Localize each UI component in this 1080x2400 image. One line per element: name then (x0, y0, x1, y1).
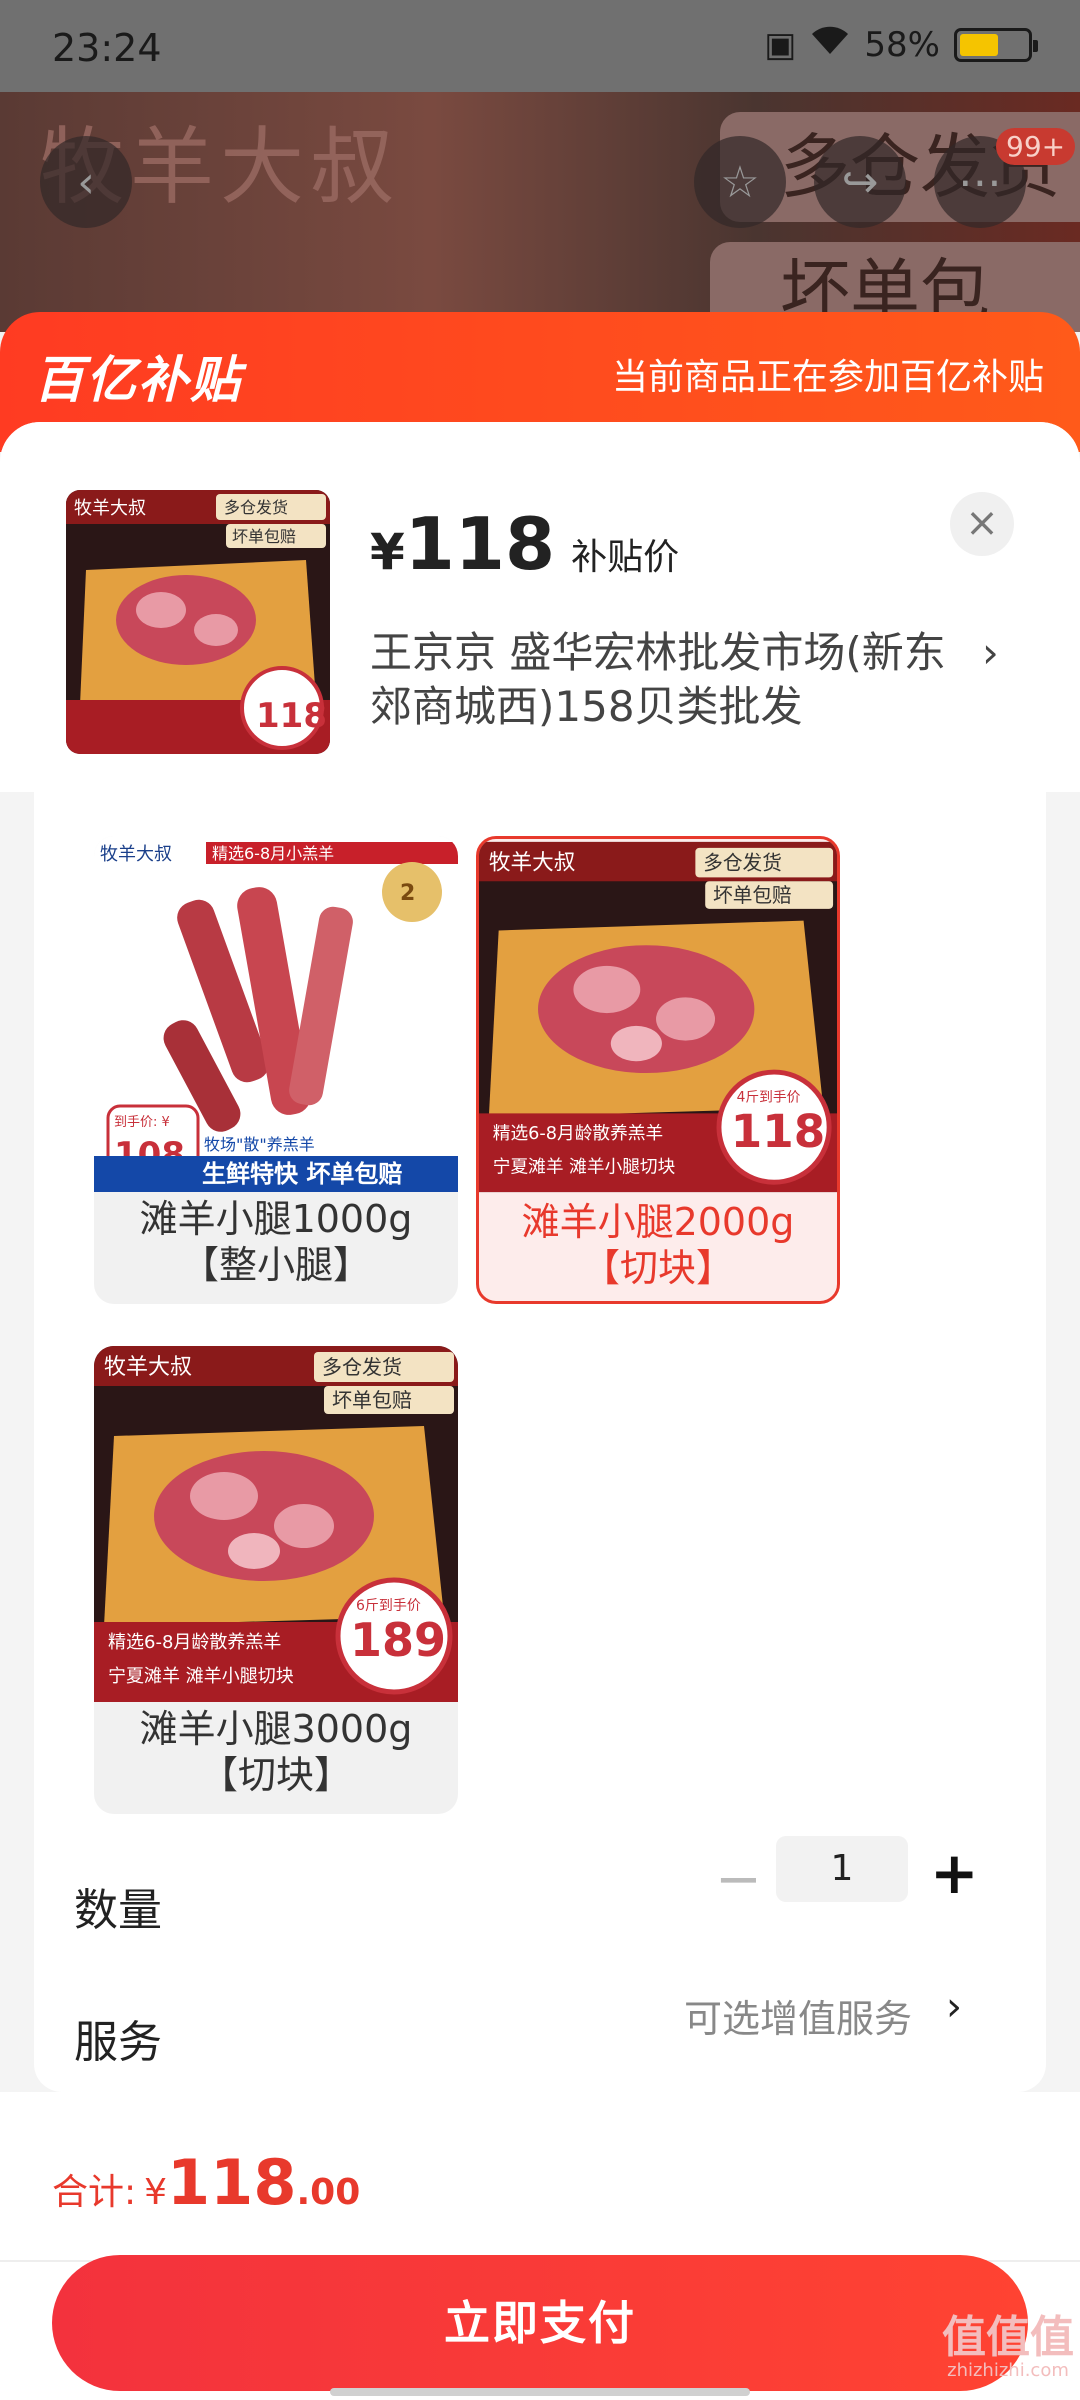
svg-text:189: 189 (350, 1613, 446, 1667)
svg-text:牧羊大叔: 牧羊大叔 (489, 850, 576, 875)
total-decimal: .00 (296, 2172, 361, 2213)
quantity-label: 数量 (74, 1885, 162, 1936)
quantity-increment-button[interactable]: + (930, 1844, 979, 1902)
wifi-icon (810, 24, 850, 65)
sku-image: 牧羊大叔 多仓发货 坏单包赔 精选6-8月龄散养羔羊 宁夏滩羊 滩羊小腿切块 4… (479, 839, 837, 1195)
share-icon: ↪ (841, 156, 879, 208)
watermark-url: zhizhizhi.com (947, 2360, 1069, 2381)
close-icon: × (965, 500, 999, 546)
quantity-decrement-button[interactable]: − (715, 1852, 762, 1908)
svg-text:118: 118 (731, 1105, 825, 1158)
sku-label: 滩羊小腿3000g 【切块】 (94, 1706, 458, 1798)
svg-text:精选6-8月龄散养羔羊: 精选6-8月龄散养羔羊 (493, 1123, 663, 1144)
total-currency: ¥ (144, 2172, 168, 2213)
chevron-left-icon: ‹ (77, 156, 95, 208)
sku-image: 牧羊大叔 多仓发货 坏单包赔 精选6-8月龄散养羔羊 宁夏滩羊 滩羊小腿切块 6… (94, 1346, 458, 1702)
battery-percent: 58% (864, 24, 940, 65)
svg-text:坏单包赔: 坏单包赔 (332, 1388, 412, 1412)
more-icon: ⋯ (958, 156, 1002, 208)
svg-text:牧羊大叔: 牧羊大叔 (100, 844, 172, 865)
svg-text:2: 2 (400, 881, 415, 906)
svg-text:多仓发货: 多仓发货 (703, 851, 782, 874)
total-integer: 118 (167, 2146, 297, 2219)
sku-label: 滩羊小腿1000g 【整小腿】 (94, 1196, 458, 1288)
total-label: 合计: (52, 2172, 137, 2213)
svg-text:宁夏滩羊 滩羊小腿切块: 宁夏滩羊 滩羊小腿切块 (493, 1156, 676, 1177)
product-banner: 牧羊大叔 多仓发货 坏单包 ‹ ☆ ↪ ⋯ 99+ (0, 92, 1080, 332)
sku-label-spec: 【切块】 (199, 1753, 352, 1797)
service-value[interactable]: 可选增值服务 (684, 1988, 912, 2043)
watermark-text: 值值值 (942, 2312, 1074, 2363)
svg-text:精选6-8月龄散养羔羊: 精选6-8月龄散养羔羊 (108, 1632, 281, 1653)
svg-text:生鲜特快 坏单包赔: 生鲜特快 坏单包赔 (202, 1160, 402, 1188)
battery-icon (954, 27, 1038, 62)
sku-label: 滩羊小腿2000g 【切块】 (479, 1199, 837, 1291)
svg-text:到手价: ¥: 到手价: ¥ (114, 1115, 170, 1130)
svg-text:宁夏滩羊 滩羊小腿切块: 宁夏滩羊 滩羊小腿切块 (108, 1666, 294, 1687)
sku-label-name: 滩羊小腿3000g (139, 1707, 413, 1751)
currency-symbol: ¥ (370, 523, 405, 581)
share-button[interactable]: ↪ (814, 136, 906, 228)
svg-text:牧场"散"养羔羊: 牧场"散"养羔羊 (204, 1135, 315, 1154)
sku-option-3000g[interactable]: 牧羊大叔 多仓发货 坏单包赔 精选6-8月龄散养羔羊 宁夏滩羊 滩羊小腿切块 6… (94, 1346, 458, 1814)
svg-text:牧羊大叔: 牧羊大叔 (74, 498, 146, 519)
svg-text:精选6-8月小羔羊: 精选6-8月小羔羊 (212, 844, 334, 863)
service-label: 服务 (74, 2017, 162, 2068)
home-indicator[interactable] (330, 2388, 750, 2396)
back-button[interactable]: ‹ (40, 136, 132, 228)
sku-label-name: 滩羊小腿2000g (521, 1200, 795, 1244)
svg-text:118: 118 (256, 696, 327, 736)
sku-option-2000g[interactable]: 牧羊大叔 多仓发货 坏单包赔 精选6-8月龄散养羔羊 宁夏滩羊 滩羊小腿切块 4… (476, 836, 840, 1304)
store-name[interactable]: 王京京 盛华宏林批发市场(新东郊商城西)158贝类批发 (370, 626, 970, 734)
subsidy-brand: 百亿补贴 (34, 351, 242, 409)
clock: 23:24 (52, 26, 162, 70)
svg-text:6斤到手价: 6斤到手价 (356, 1598, 421, 1614)
price-value: 118 (404, 502, 556, 586)
notification-badge: 99+ (996, 128, 1076, 165)
subsidy-note: 当前商品正在参加百亿补贴 (611, 357, 1044, 398)
total-price: 合计: ¥ 118 .00 (52, 2146, 360, 2219)
star-icon: ☆ (720, 156, 760, 208)
price-tag: 补贴价 (571, 537, 680, 578)
svg-text:牧羊大叔: 牧羊大叔 (104, 1355, 192, 1380)
sku-image: 牧羊大叔 精选6-8月小羔羊 2 到手价: ¥ 108 生鲜特快 坏单包赔 牧场… (94, 836, 458, 1192)
svg-text:4斤到手价: 4斤到手价 (737, 1090, 801, 1106)
status-bar: 23:24 ▣ 58% (0, 0, 1080, 92)
price-row: ¥ 118 补贴价 (370, 502, 679, 586)
product-thumbnail: 牧羊大叔 多仓发货 坏单包赔 118 (66, 490, 330, 754)
sheet-header: 牧羊大叔 多仓发货 坏单包赔 118 ¥ 118 补贴价 × 王京京 盛华宏林批… (0, 422, 1080, 792)
quantity-input[interactable]: 1 (776, 1836, 908, 1902)
svg-text:坏单包赔: 坏单包赔 (713, 884, 792, 907)
watermark: 值值值 zhizhizhi.com (942, 2316, 1074, 2382)
chevron-right-icon[interactable]: › (982, 628, 999, 677)
sku-label-name: 滩羊小腿1000g (139, 1197, 413, 1241)
sku-sheet: 牧羊大叔 多仓发货 坏单包赔 118 ¥ 118 补贴价 × 王京京 盛华宏林批… (0, 422, 1080, 2400)
chevron-right-icon[interactable]: › (946, 1984, 962, 2030)
svg-text:坏单包赔: 坏单包赔 (232, 527, 296, 546)
sku-label-spec: 【切块】 (581, 1246, 734, 1290)
sim-icon: ▣ (764, 24, 797, 65)
pay-now-button[interactable]: 立即支付 (52, 2255, 1028, 2391)
close-button[interactable]: × (950, 492, 1014, 556)
favorite-button[interactable]: ☆ (694, 136, 786, 228)
svg-text:多仓发货: 多仓发货 (224, 498, 288, 517)
svg-text:多仓发货: 多仓发货 (322, 1355, 402, 1379)
sku-option-1000g[interactable]: 牧羊大叔 精选6-8月小羔羊 2 到手价: ¥ 108 生鲜特快 坏单包赔 牧场… (94, 836, 458, 1304)
sku-label-spec: 【整小腿】 (180, 1243, 371, 1287)
